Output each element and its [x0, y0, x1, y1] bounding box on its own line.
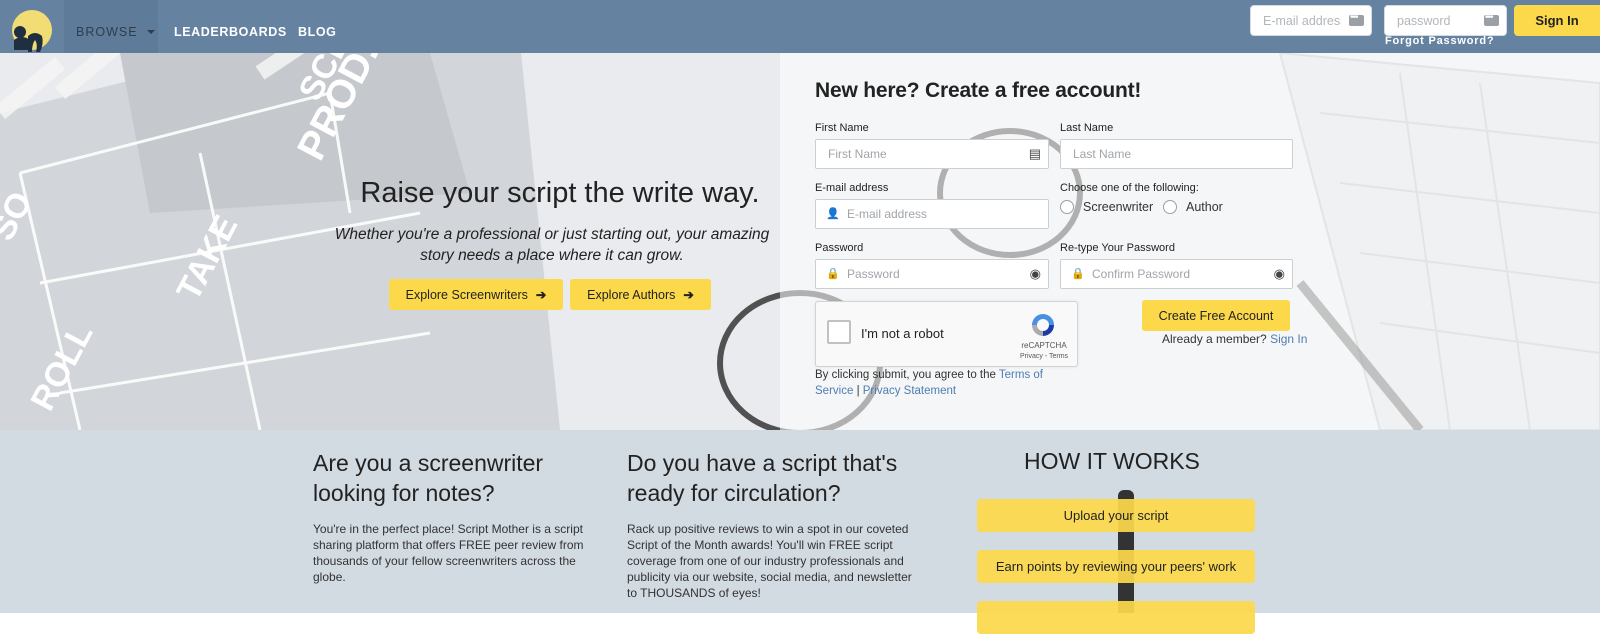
password-manager-icon[interactable] [1484, 12, 1499, 26]
confirm-password-label: Re-type Your Password [1060, 242, 1175, 254]
terms-prefix: By clicking submit, you agree to the [815, 369, 996, 381]
password-manager-icon[interactable] [1349, 12, 1364, 26]
recaptcha-checkbox[interactable] [827, 320, 851, 344]
signin-button[interactable]: Sign In [1514, 5, 1600, 36]
signin-link[interactable]: Sign In [1270, 332, 1307, 346]
screenwriter-notes-text: You're in the perfect place! Script Moth… [313, 522, 584, 584]
nav-browse-label: BROWSE [76, 25, 138, 39]
id-card-icon: ▤ [1028, 146, 1041, 161]
last-name-wrapper [1060, 139, 1293, 169]
confirm-password-wrapper: 🔒 ◉ [1060, 259, 1293, 289]
user-icon: 👤 [826, 208, 840, 220]
last-name-label: Last Name [1060, 122, 1114, 134]
show-password-icon[interactable]: ◉ [1030, 266, 1041, 282]
first-name-wrapper: ▤ [815, 139, 1049, 169]
explore-screenwriters-button[interactable]: Explore Screenwriters ➔ [389, 279, 563, 310]
login-password-wrapper [1384, 5, 1507, 36]
script-circulation-heading: Do you have a script that's ready for ci… [627, 450, 898, 506]
how-it-works-heading: HOW IT WORKS [1024, 448, 1200, 474]
password-input[interactable] [816, 260, 1048, 288]
screenwriter-notes-heading: Are you a screenwriter looking for notes… [313, 450, 544, 506]
step-earn-points: Earn points by reviewing your peers' wor… [977, 550, 1255, 583]
forgot-password-link[interactable]: Forgot Password? [1385, 35, 1494, 47]
hero-tagline: Raise your script the write way. [360, 177, 760, 209]
privacy-statement-link[interactable]: Privacy Statement [863, 385, 956, 397]
recaptcha-widget: I'm not a robot reCAPTCHA Privacy - Term… [815, 301, 1078, 367]
recaptcha-privacy-terms[interactable]: Privacy - Terms [1016, 353, 1072, 360]
password-label: Password [815, 242, 864, 254]
radio-author[interactable] [1163, 200, 1177, 214]
hero-subtagline: Whether you're a professional or just st… [334, 226, 770, 264]
info-section: Are you a screenwriter looking for notes… [0, 430, 1600, 634]
script-circulation-text: Rack up positive reviews to win a spot i… [627, 522, 912, 600]
step-next [977, 601, 1255, 634]
top-navbar: BROWSE LEADERBOARDS BLOG Sign In Forgot … [0, 0, 1600, 65]
radio-screenwriter[interactable] [1060, 200, 1074, 214]
lock-icon: 🔒 [826, 268, 840, 280]
recaptcha-logo-icon [1032, 314, 1054, 336]
explore-authors-button[interactable]: Explore Authors ➔ [570, 279, 711, 310]
hero-section: PROD.NO. SCENE TAKE ROLL SO Raise your s… [0, 53, 1600, 430]
recaptcha-brand: reCAPTCHA [1021, 341, 1067, 350]
nav-blog[interactable]: BLOG [298, 25, 337, 39]
signup-title: New here? Create a free account! [815, 79, 1142, 102]
email-wrapper: 👤 [815, 199, 1049, 229]
step-upload-script: Upload your script [977, 499, 1255, 532]
site-logo[interactable] [8, 10, 53, 52]
arrow-right-icon: ➔ [535, 288, 547, 302]
show-password-icon[interactable]: ◉ [1274, 266, 1285, 282]
confirm-password-input[interactable] [1061, 260, 1292, 288]
nav-browse-dropdown[interactable]: BROWSE [76, 25, 155, 39]
role-label: Choose one of the following: [1060, 182, 1199, 194]
already-member-text: Already a member? Sign In [1162, 332, 1307, 346]
email-label: E-mail address [815, 182, 889, 194]
terms-separator: | [856, 385, 860, 397]
arrow-right-icon: ➔ [683, 288, 694, 302]
terms-notice: By clicking submit, you agree to the Ter… [815, 367, 1055, 399]
already-member-label: Already a member? [1162, 332, 1267, 346]
recaptcha-text: I'm not a robot [861, 326, 944, 341]
password-wrapper: 🔒 ◉ [815, 259, 1049, 289]
last-name-input[interactable] [1061, 140, 1292, 168]
login-email-wrapper [1250, 5, 1372, 36]
nav-leaderboards[interactable]: LEADERBOARDS [174, 25, 287, 39]
email-input[interactable] [816, 200, 1048, 228]
first-name-input[interactable] [816, 140, 1048, 168]
explore-authors-label: Explore Authors [587, 288, 676, 302]
first-name-label: First Name [815, 122, 869, 134]
radio-author-label[interactable]: Author [1186, 200, 1223, 214]
explore-screenwriters-label: Explore Screenwriters [405, 288, 528, 302]
radio-screenwriter-label[interactable]: Screenwriter [1083, 200, 1153, 214]
chevron-down-icon [146, 30, 155, 34]
create-account-button[interactable]: Create Free Account [1142, 300, 1290, 331]
lock-icon: 🔒 [1071, 268, 1085, 280]
